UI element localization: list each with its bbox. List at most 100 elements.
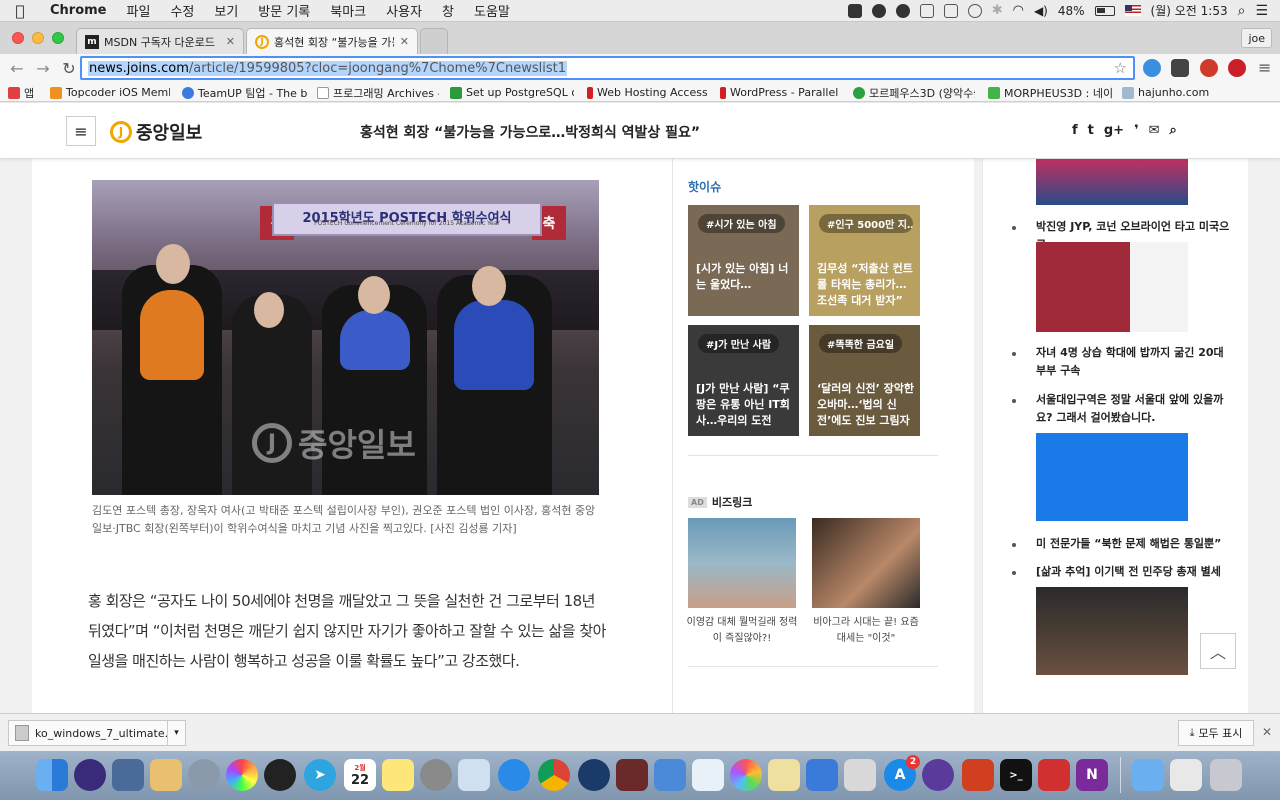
news-thumbnail[interactable] <box>1036 242 1188 332</box>
lock-icon[interactable] <box>847 3 862 18</box>
notification-center-icon[interactable]: ☰ <box>1255 3 1268 19</box>
menu-view[interactable]: 보기 <box>204 1 248 20</box>
menu-edit[interactable]: 수정 <box>160 1 204 20</box>
ad-image[interactable] <box>688 518 796 608</box>
ext-a-icon[interactable] <box>1171 59 1189 77</box>
activity-monitor-icon[interactable] <box>692 759 724 791</box>
twitter-icon[interactable]: t <box>1088 123 1094 138</box>
menu-people[interactable]: 사용자 <box>376 1 432 20</box>
download-extension-icon[interactable] <box>1143 59 1161 77</box>
bookmark-morpheus-kr[interactable]: 모르페우스3D (양악수술 <box>853 85 975 100</box>
close-window-button[interactable] <box>12 32 24 44</box>
news-thumbnail[interactable] <box>1036 159 1188 205</box>
tab-joongang[interactable]: J 홍석현 회장 “불가능을 가능으로 ✕ <box>246 28 418 54</box>
back-icon[interactable]: ← <box>4 59 30 78</box>
network-utility-icon[interactable] <box>844 759 876 791</box>
eclipse-neon-icon[interactable] <box>922 759 954 791</box>
search-icon[interactable]: ⌕ <box>1170 123 1177 138</box>
status-circle-icon[interactable] <box>871 3 886 18</box>
starcraft-icon[interactable] <box>112 759 144 791</box>
eclipse-icon[interactable] <box>74 759 106 791</box>
telegram-icon[interactable]: ➤ <box>304 759 336 791</box>
textedit-icon[interactable] <box>768 759 800 791</box>
apple-menu-icon[interactable]:  <box>0 2 40 20</box>
battery-percent[interactable]: 48% <box>1058 4 1085 18</box>
bookmark-hajunho[interactable]: hajunho.com <box>1122 85 1222 100</box>
chrome-icon[interactable] <box>538 759 570 791</box>
new-tab-button[interactable] <box>420 28 448 54</box>
chevron-down-icon[interactable]: ▾ <box>167 721 185 745</box>
clock[interactable]: (월) 오전 1:53 <box>1151 2 1228 19</box>
joongang-logo[interactable]: J 중앙일보 <box>110 119 202 145</box>
display-icon[interactable] <box>943 3 958 18</box>
launchpad-icon[interactable] <box>188 759 220 791</box>
trash-icon[interactable] <box>1210 759 1242 791</box>
news-item[interactable]: [삶과 추억] 이기택 전 민주당 총재 별세 <box>1012 563 1236 581</box>
hot-issue-card[interactable]: #시가 있는 아침 [시가 있는 아침] 너는 울었다… <box>688 205 799 316</box>
bookmark-star-icon[interactable]: ☆ <box>1114 59 1127 77</box>
address-bar[interactable]: news.joins.com/article/19599805?cloc=joo… <box>80 56 1135 80</box>
wifi-icon[interactable]: ◠ <box>1013 3 1024 18</box>
app-store-icon[interactable]: A2 <box>884 755 920 791</box>
chrome-menu-icon[interactable]: ≡ <box>1258 58 1271 77</box>
bookmark-topcoder[interactable]: Topcoder iOS Memb <box>50 85 170 100</box>
downloads-folder-icon[interactable] <box>1132 759 1164 791</box>
news-item[interactable]: 미 전문가들 “북한 문제 해법은 통일뿐” <box>1012 535 1236 553</box>
menu-bookmarks[interactable]: 북마크 <box>320 1 376 20</box>
volume-icon[interactable]: ◀) <box>1034 4 1048 18</box>
hot-issue-card[interactable]: #인구 5000만 지… 김무성 “저출산 컨트롤 타워는 총리가…조선족 대거… <box>809 205 920 316</box>
ext-red-icon[interactable] <box>1200 59 1218 77</box>
sync-icon[interactable] <box>895 3 910 18</box>
news-thumbnail[interactable] <box>1036 587 1188 675</box>
forward-icon[interactable]: → <box>30 59 56 78</box>
safari-icon[interactable] <box>498 759 530 791</box>
system-preferences-icon[interactable] <box>420 759 452 791</box>
download-item[interactable]: ko_windows_7_ultimate....iso ▾ <box>8 720 186 746</box>
ad-image[interactable] <box>812 518 920 608</box>
menu-app-chrome[interactable]: Chrome <box>40 3 117 18</box>
maximize-window-button[interactable] <box>52 32 64 44</box>
powerpoint-icon[interactable] <box>962 759 994 791</box>
bookmark-apps[interactable]: 앱 <box>8 85 42 100</box>
profile-button[interactable]: joe <box>1241 28 1272 48</box>
calendar-icon[interactable]: 2월 22 <box>344 759 376 791</box>
bookmark-morpheus-naver[interactable]: MORPHEUS3D : 네이 <box>988 85 1112 100</box>
keynote-icon[interactable] <box>806 759 838 791</box>
time-machine-icon[interactable] <box>967 3 982 18</box>
finder-icon[interactable] <box>36 759 68 791</box>
spotlight-search-icon[interactable]: ⌕ <box>1238 3 1246 19</box>
menu-file[interactable]: 파일 <box>117 1 161 20</box>
document-icon[interactable] <box>1170 759 1202 791</box>
news-thumbnail[interactable] <box>1036 433 1188 521</box>
photo-booth-icon[interactable] <box>616 759 648 791</box>
news-item[interactable]: 서울대입구역은 정말 서울대 앞에 있을까요? 그래서 걸어봤습니다. <box>1012 391 1236 427</box>
davinci-icon[interactable] <box>264 759 296 791</box>
terminal-icon[interactable]: >_ <box>1000 759 1032 791</box>
window-icon[interactable] <box>919 3 934 18</box>
facebook-icon[interactable]: f <box>1072 123 1078 138</box>
reload-icon[interactable]: ↻ <box>56 59 82 78</box>
joongang-share-icon[interactable]: ❜ <box>1134 123 1139 138</box>
hot-issue-card[interactable]: #똑똑한 금요일 ‘달러의 신전’ 장악한 오바마…‘법의 신전’에도 진보 그… <box>809 325 920 436</box>
close-icon[interactable]: ✕ <box>1262 725 1272 739</box>
url-text[interactable]: news.joins.com/article/19599805?cloc=joo… <box>88 60 567 76</box>
photos-icon[interactable] <box>730 759 762 791</box>
bookmark-programming[interactable]: 프로그래밍 Archives - <box>317 85 439 100</box>
us-flag-icon[interactable] <box>1124 5 1141 16</box>
show-all-downloads-button[interactable]: ⤓ 모두 표시 <box>1178 720 1254 746</box>
scroll-top-button[interactable]: ︿ <box>1200 633 1236 669</box>
ad-caption[interactable]: 비아그라 시대는 끝! 요즘 대세는 "이것" <box>810 615 922 647</box>
bookmark-postgresql[interactable]: Set up PostgreSQL o <box>450 85 574 100</box>
hamburger-menu-icon[interactable]: ≡ <box>66 116 96 146</box>
pinterest-icon[interactable] <box>1228 59 1246 77</box>
notes-icon[interactable] <box>382 759 414 791</box>
onenote-icon[interactable]: N <box>1076 759 1108 791</box>
battery-icon[interactable] <box>1094 5 1115 16</box>
minimize-window-button[interactable] <box>32 32 44 44</box>
bookmark-wordpress[interactable]: WordPress - Parallel <box>720 85 842 100</box>
hot-issue-card[interactable]: #J가 만난 사람 [J가 만난 사람] “쿠팡은 유통 아닌 IT회사…우리의… <box>688 325 799 436</box>
parallels-dock-icon[interactable] <box>1038 759 1070 791</box>
pencil-icon[interactable] <box>150 759 182 791</box>
quicktime-icon[interactable] <box>578 759 610 791</box>
mail-icon[interactable]: ✉ <box>1149 123 1160 138</box>
